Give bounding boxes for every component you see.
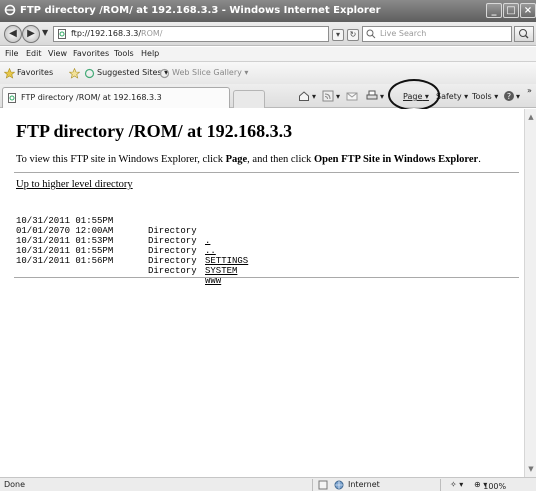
menu-edit[interactable]: Edit [26,49,42,58]
help-icon[interactable]: ? [503,90,515,102]
favorites-star-icon [4,68,15,79]
entry-date: 10/31/2011 01:56PM [16,256,114,266]
pop-up-settings-icon[interactable]: ✧ ▾ [450,480,463,489]
ie-logo-icon [4,4,16,16]
page-icon [8,93,16,103]
close-button[interactable]: × [520,3,536,18]
print-dropdown-icon[interactable]: ▾ [380,92,384,101]
up-directory-link[interactable]: Up to higher level directory [16,179,133,190]
entry-link[interactable]: . [205,236,210,246]
refresh-icon[interactable]: ↻ [347,29,359,41]
feeds-dropdown-icon[interactable]: ▾ [336,92,340,101]
add-favorite-icon[interactable] [69,68,80,79]
menu-help[interactable]: Help [141,49,159,58]
favorites-button[interactable]: Favorites [17,68,53,77]
page-icon [58,29,66,39]
status-text: Done [4,480,26,489]
globe-icon [334,480,344,490]
web-slice-icon [159,68,170,79]
recent-pages-dropdown-icon[interactable]: ▼ [42,28,48,37]
list-item: 10/31/2011 01:53PM Directory SETTINGS [16,226,248,266]
protected-mode-icon [318,480,328,490]
status-separator [312,479,313,491]
tab-ftp-directory[interactable]: FTP directory /ROM/ at 192.168.3.3 [2,87,230,108]
search-button[interactable] [514,26,534,42]
list-item: 10/31/2011 01:56PM Directory WWW [16,246,221,286]
search-placeholder: Live Search [380,29,427,38]
list-item: 10/31/2011 01:55PM Directory SYSTEM [16,236,237,276]
search-input[interactable]: Live Search [362,26,512,42]
address-input[interactable]: ftp://192.168.3.3/ROM/ [53,26,329,42]
zoom-control[interactable]: ⊕ 100% ▾ [474,480,506,491]
read-mail-icon[interactable] [346,90,358,102]
svg-text:?: ? [507,92,511,101]
menu-view[interactable]: View [48,49,67,58]
minimize-button[interactable]: _ [486,3,502,18]
tools-menu-button[interactable]: Tools ▾ [472,92,498,101]
forward-button[interactable]: ▶ [22,25,40,43]
entry-link[interactable]: SYSTEM [205,266,237,276]
back-button[interactable]: ◀ [4,25,22,43]
menu-file[interactable]: File [5,49,18,58]
magnifier-icon [519,29,529,39]
title-bar: FTP directory /ROM/ at 192.168.3.3 - Win… [0,0,536,22]
list-item: 01/01/2070 12:00AM Directory .. [16,216,216,256]
entry-type: Directory [148,246,197,256]
menu-tools[interactable]: Tools [114,49,134,58]
bottom-divider [14,277,519,278]
top-divider [14,172,519,173]
web-slice-gallery-link[interactable]: Web Slice Gallery ▾ [172,68,248,77]
new-tab-button[interactable] [233,90,265,108]
print-icon[interactable] [366,90,378,102]
tab-label: FTP directory /ROM/ at 192.168.3.3 [21,93,162,102]
help-dropdown-icon[interactable]: ▾ [516,92,520,101]
address-url: ftp://192.168.3.3/ROM/ [71,29,163,38]
page-menu-highlight-ring [388,79,440,111]
entry-type: Directory [148,236,197,246]
ie-page-icon [84,68,95,79]
menu-favorites[interactable]: Favorites [73,49,109,58]
window-title: FTP directory /ROM/ at 192.168.3.3 - Win… [20,5,381,16]
more-commands-icon[interactable]: » [527,86,532,95]
entry-type: Directory [148,266,197,276]
intro-text: To view this FTP site in Windows Explore… [16,154,481,165]
favorites-bar: Favorites Suggested Sites ▾ Web Slice Ga… [0,62,536,84]
page-content: FTP directory /ROM/ at 192.168.3.3 To vi… [0,109,524,477]
vertical-scrollbar[interactable]: ▲ ▼ [524,109,536,477]
menu-bar: File Edit View Favorites Tools Help [0,47,536,62]
compatibility-view-icon[interactable]: ▾ [332,29,344,41]
search-icon [366,29,376,39]
entry-link[interactable]: SETTINGS [205,256,248,266]
feeds-icon[interactable] [322,90,334,102]
scroll-down-icon[interactable]: ▼ [527,465,535,473]
address-toolbar: ◀ ▶ ▼ ftp://192.168.3.3/ROM/ ▾ ↻ Live Se… [0,22,536,46]
safety-menu-button[interactable]: Safety ▾ [436,92,468,101]
suggested-sites-link[interactable]: Suggested Sites ▾ [97,68,168,77]
tab-row: FTP directory /ROM/ at 192.168.3.3 ▾ ▾ ▾… [0,84,536,108]
maximize-button[interactable]: □ [503,3,519,18]
directory-listing: 10/31/2011 01:55PM Directory . 01/01/207… [16,206,248,286]
entry-link[interactable]: .. [205,246,216,256]
security-zone: Internet [348,480,380,489]
page-heading: FTP directory /ROM/ at 192.168.3.3 [16,121,293,141]
entry-type: Directory [148,226,197,236]
list-item: 10/31/2011 01:55PM Directory . [16,206,210,246]
status-bar: Done Internet ✧ ▾ ⊕ 100% ▾ [0,477,536,491]
home-dropdown-icon[interactable]: ▾ [312,92,316,101]
scroll-up-icon[interactable]: ▲ [527,113,535,121]
home-icon[interactable] [298,90,310,102]
entry-type: Directory [148,256,197,266]
status-separator [440,479,441,491]
